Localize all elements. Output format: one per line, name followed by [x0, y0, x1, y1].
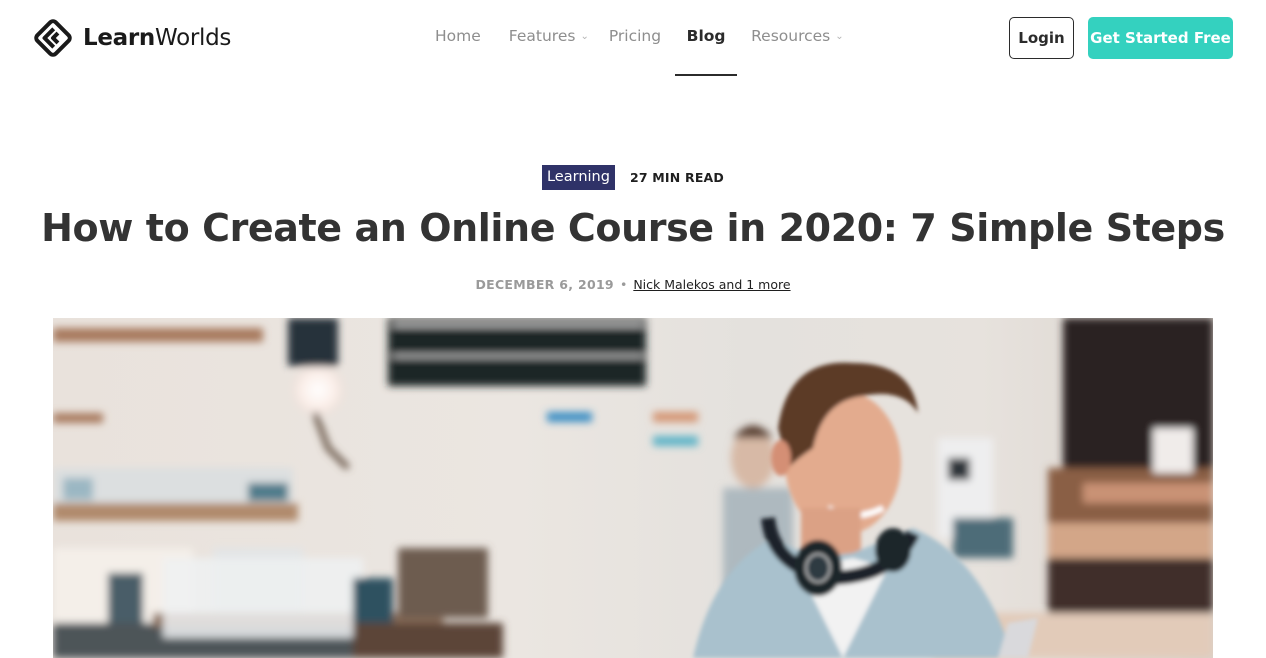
nav-item-features[interactable]: Features ⌄	[509, 0, 589, 78]
site-header: LearnWorlds Home Features ⌄ Pricing Blog…	[0, 0, 1266, 78]
nav-item-label: Features	[508, 27, 576, 45]
nav-item-home[interactable]: Home	[435, 0, 481, 78]
nav-item-label: Pricing	[608, 27, 662, 45]
nav-item-label: Home	[435, 27, 481, 45]
nav-item-label: Resources	[751, 27, 831, 45]
get-started-free-button[interactable]: Get Started Free	[1088, 17, 1233, 59]
learnworlds-logo-icon	[34, 19, 72, 57]
hero-image	[53, 318, 1213, 658]
article-byline: DECEMBER 6, 2019 • Nick Malekos and 1 mo…	[0, 277, 1266, 292]
active-nav-indicator	[675, 74, 738, 76]
author-link[interactable]: Nick Malekos and 1 more	[633, 277, 790, 292]
brand-name-regular: Worlds	[155, 25, 232, 51]
chevron-down-icon: ⌄	[835, 31, 844, 42]
nav-item-resources[interactable]: Resources ⌄	[751, 0, 844, 78]
article-title: How to Create an Online Course in 2020: …	[41, 206, 1225, 250]
main-nav: Home Features ⌄ Pricing Blog Resources ⌄	[420, 0, 844, 78]
article-meta: Learning 27 MIN READ	[0, 165, 1266, 190]
nav-item-pricing[interactable]: Pricing	[609, 0, 661, 78]
byline-separator: •	[619, 277, 628, 292]
read-time: 27 MIN READ	[629, 170, 725, 185]
category-badge[interactable]: Learning	[541, 165, 615, 190]
publish-date: DECEMBER 6, 2019	[475, 277, 614, 292]
chevron-down-icon: ⌄	[580, 31, 589, 42]
hero-photo-illustration	[53, 318, 1213, 658]
brand-name-bold: Learn	[83, 25, 155, 51]
nav-item-blog[interactable]: Blog	[675, 0, 738, 78]
brand-name: LearnWorlds	[83, 25, 231, 51]
nav-item-label: Blog	[686, 27, 726, 45]
brand-logo[interactable]: LearnWorlds	[32, 17, 231, 59]
login-button[interactable]: Login	[1009, 17, 1074, 59]
